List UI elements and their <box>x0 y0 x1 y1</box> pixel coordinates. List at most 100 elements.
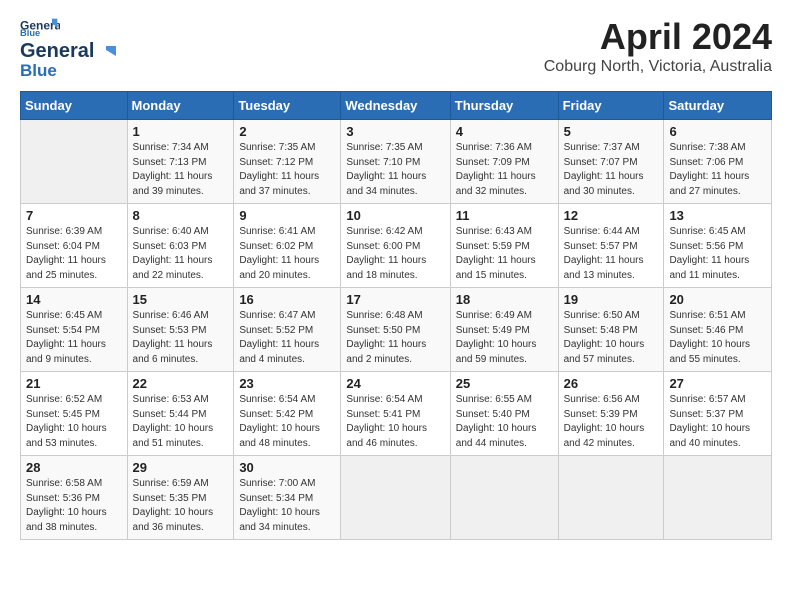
day-info: Sunrise: 7:34 AMSunset: 7:13 PMDaylight:… <box>133 141 229 199</box>
day-info: Sunrise: 6:54 AMSunset: 5:41 PMDaylight:… <box>346 393 444 451</box>
day-number: 27 <box>669 376 766 391</box>
header-friday: Friday <box>558 92 664 120</box>
day-info: Sunrise: 6:59 AMSunset: 5:35 PMDaylight:… <box>133 477 229 535</box>
day-number: 6 <box>669 124 766 139</box>
svg-text:Blue: Blue <box>20 28 40 36</box>
day-number: 23 <box>239 376 335 391</box>
calendar-cell: 23Sunrise: 6:54 AMSunset: 5:42 PMDayligh… <box>234 372 341 456</box>
day-number: 4 <box>456 124 553 139</box>
day-info: Sunrise: 6:58 AMSunset: 5:36 PMDaylight:… <box>26 477 122 535</box>
day-info: Sunrise: 6:42 AMSunset: 6:00 PMDaylight:… <box>346 225 444 283</box>
logo-bird-icon <box>96 42 118 62</box>
calendar-cell: 3 Sunrise: 7:35 AMSunset: 7:10 PMDaylight… <box>341 120 450 204</box>
calendar-subtitle: Coburg North, Victoria, Australia <box>544 58 772 76</box>
day-number: 3 <box>346 124 444 139</box>
calendar-week-3: 14 Sunrise: 6:45 AMSunset: 5:54 PMDayligh… <box>21 288 772 372</box>
day-number: 1 <box>133 124 229 139</box>
calendar-cell: 11 Sunrise: 6:43 AMSunset: 5:59 PMDayligh… <box>450 204 558 288</box>
day-number: 8 <box>133 208 229 223</box>
header-saturday: Saturday <box>664 92 772 120</box>
day-info: Sunrise: 6:56 AMSunset: 5:39 PMDaylight:… <box>564 393 659 451</box>
day-info: Sunrise: 6:55 AMSunset: 5:40 PMDaylight:… <box>456 393 553 451</box>
calendar-table: Sunday Monday Tuesday Wednesday Thursday… <box>20 91 772 540</box>
day-number: 9 <box>239 208 335 223</box>
day-number: 20 <box>669 292 766 307</box>
weekday-header-row: Sunday Monday Tuesday Wednesday Thursday… <box>21 92 772 120</box>
day-number: 5 <box>564 124 659 139</box>
day-number: 19 <box>564 292 659 307</box>
calendar-cell: 21Sunrise: 6:52 AMSunset: 5:45 PMDayligh… <box>21 372 128 456</box>
header-monday: Monday <box>127 92 234 120</box>
day-info: Sunrise: 7:37 AMSunset: 7:07 PMDaylight:… <box>564 141 659 199</box>
day-info: Sunrise: 6:43 AMSunset: 5:59 PMDaylight:… <box>456 225 553 283</box>
day-info: Sunrise: 6:51 AMSunset: 5:46 PMDaylight:… <box>669 309 766 367</box>
day-number: 10 <box>346 208 444 223</box>
day-info: Sunrise: 6:48 AMSunset: 5:50 PMDaylight:… <box>346 309 444 367</box>
calendar-cell: 29 Sunrise: 6:59 AMSunset: 5:35 PMDayligh… <box>127 456 234 540</box>
day-info: Sunrise: 6:45 AMSunset: 5:56 PMDaylight:… <box>669 225 766 283</box>
calendar-week-2: 7 Sunrise: 6:39 AMSunset: 6:04 PMDaylight… <box>21 204 772 288</box>
day-number: 29 <box>133 460 229 475</box>
day-number: 14 <box>26 292 122 307</box>
calendar-cell <box>21 120 128 204</box>
calendar-cell: 10 Sunrise: 6:42 AMSunset: 6:00 PMDayligh… <box>341 204 450 288</box>
calendar-cell: 12 Sunrise: 6:44 AMSunset: 5:57 PMDayligh… <box>558 204 664 288</box>
day-info: Sunrise: 6:57 AMSunset: 5:37 PMDaylight:… <box>669 393 766 451</box>
calendar-cell: 9 Sunrise: 6:41 AMSunset: 6:02 PMDaylight… <box>234 204 341 288</box>
calendar-cell: 6 Sunrise: 7:38 AMSunset: 7:06 PMDaylight… <box>664 120 772 204</box>
day-info: Sunrise: 6:40 AMSunset: 6:03 PMDaylight:… <box>133 225 229 283</box>
calendar-cell: 25 Sunrise: 6:55 AMSunset: 5:40 PMDayligh… <box>450 372 558 456</box>
calendar-cell: 5 Sunrise: 7:37 AMSunset: 7:07 PMDaylight… <box>558 120 664 204</box>
day-info: Sunrise: 7:00 AMSunset: 5:34 PMDaylight:… <box>239 477 335 535</box>
calendar-cell: 20 Sunrise: 6:51 AMSunset: 5:46 PMDayligh… <box>664 288 772 372</box>
calendar-cell: 14 Sunrise: 6:45 AMSunset: 5:54 PMDayligh… <box>21 288 128 372</box>
calendar-cell: 13Sunrise: 6:45 AMSunset: 5:56 PMDayligh… <box>664 204 772 288</box>
day-number: 25 <box>456 376 553 391</box>
day-info: Sunrise: 6:46 AMSunset: 5:53 PMDaylight:… <box>133 309 229 367</box>
calendar-cell: 17Sunrise: 6:48 AMSunset: 5:50 PMDayligh… <box>341 288 450 372</box>
day-info: Sunrise: 6:53 AMSunset: 5:44 PMDaylight:… <box>133 393 229 451</box>
calendar-cell: 7 Sunrise: 6:39 AMSunset: 6:04 PMDaylight… <box>21 204 128 288</box>
calendar-cell: 2Sunrise: 7:35 AMSunset: 7:12 PMDaylight… <box>234 120 341 204</box>
calendar-week-1: 1 Sunrise: 7:34 AMSunset: 7:13 PMDaylight… <box>21 120 772 204</box>
calendar-cell: 15 Sunrise: 6:46 AMSunset: 5:53 PMDayligh… <box>127 288 234 372</box>
day-info: Sunrise: 7:35 AMSunset: 7:10 PMDaylight:… <box>346 141 444 199</box>
day-info: Sunrise: 6:41 AMSunset: 6:02 PMDaylight:… <box>239 225 335 283</box>
calendar-cell: 27 Sunrise: 6:57 AMSunset: 5:37 PMDayligh… <box>664 372 772 456</box>
header-thursday: Thursday <box>450 92 558 120</box>
calendar-cell: 8 Sunrise: 6:40 AMSunset: 6:03 PMDaylight… <box>127 204 234 288</box>
calendar-cell: 30Sunrise: 7:00 AMSunset: 5:34 PMDayligh… <box>234 456 341 540</box>
day-number: 15 <box>133 292 229 307</box>
day-info: Sunrise: 6:47 AMSunset: 5:52 PMDaylight:… <box>239 309 335 367</box>
day-info: Sunrise: 7:38 AMSunset: 7:06 PMDaylight:… <box>669 141 766 199</box>
day-number: 11 <box>456 208 553 223</box>
day-info: Sunrise: 6:45 AMSunset: 5:54 PMDaylight:… <box>26 309 122 367</box>
day-info: Sunrise: 6:39 AMSunset: 6:04 PMDaylight:… <box>26 225 122 283</box>
calendar-cell: 26Sunrise: 6:56 AMSunset: 5:39 PMDayligh… <box>558 372 664 456</box>
calendar-cell: 1 Sunrise: 7:34 AMSunset: 7:13 PMDaylight… <box>127 120 234 204</box>
calendar-cell <box>450 456 558 540</box>
day-number: 2 <box>239 124 335 139</box>
day-number: 12 <box>564 208 659 223</box>
logo-blue: Blue <box>20 61 57 81</box>
calendar-week-4: 21Sunrise: 6:52 AMSunset: 5:45 PMDayligh… <box>21 372 772 456</box>
day-info: Sunrise: 6:44 AMSunset: 5:57 PMDaylight:… <box>564 225 659 283</box>
logo-icon: General Blue <box>20 16 60 36</box>
header: General Blue General Blue April 2024 Cob… <box>20 16 772 81</box>
calendar-cell <box>558 456 664 540</box>
header-tuesday: Tuesday <box>234 92 341 120</box>
calendar-cell: 16Sunrise: 6:47 AMSunset: 5:52 PMDayligh… <box>234 288 341 372</box>
header-wednesday: Wednesday <box>341 92 450 120</box>
logo: General Blue General Blue <box>20 16 120 81</box>
calendar-week-5: 28Sunrise: 6:58 AMSunset: 5:36 PMDayligh… <box>21 456 772 540</box>
day-info: Sunrise: 6:52 AMSunset: 5:45 PMDaylight:… <box>26 393 122 451</box>
page: General Blue General Blue April 2024 Cob… <box>0 0 792 556</box>
calendar-cell: 18Sunrise: 6:49 AMSunset: 5:49 PMDayligh… <box>450 288 558 372</box>
day-number: 22 <box>133 376 229 391</box>
logo-general: General <box>20 40 94 63</box>
day-number: 24 <box>346 376 444 391</box>
calendar-cell <box>341 456 450 540</box>
day-info: Sunrise: 7:36 AMSunset: 7:09 PMDaylight:… <box>456 141 553 199</box>
day-number: 7 <box>26 208 122 223</box>
calendar-cell <box>664 456 772 540</box>
